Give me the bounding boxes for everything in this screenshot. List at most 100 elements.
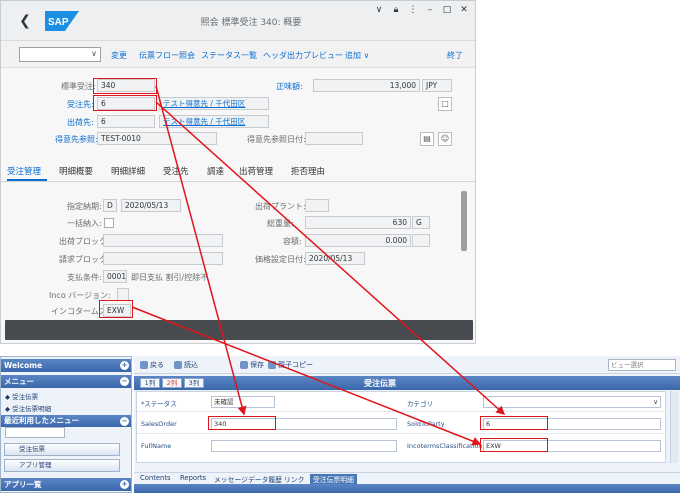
welcome-title: Welcome	[4, 361, 43, 370]
req-deliv-date-field[interactable]: 2020/05/13	[121, 199, 181, 212]
tab-reason-rejection[interactable]: 拒否理由	[291, 165, 325, 177]
recent-item-sales-order[interactable]: 受注伝票	[4, 443, 120, 456]
doc-flow-button[interactable]: 伝票フロー照会	[139, 50, 195, 61]
recent-item-app-admin[interactable]: アプリ管理	[4, 459, 120, 472]
collapse-icon[interactable]: −	[120, 377, 129, 386]
expand-icon[interactable]: +	[120, 480, 129, 489]
payment-terms-field[interactable]: 0001	[103, 270, 127, 283]
complete-deliv-checkbox[interactable]	[104, 218, 114, 228]
transaction-select[interactable]: ∨	[19, 47, 101, 62]
volume-label: 容積:	[283, 237, 302, 246]
ship-to-name[interactable]: テスト得意先 / 千代田区	[159, 115, 269, 128]
sap-window: ❮ SAP 照会 標準受注 340: 概要 ∨ 🔒︎ ⋮ – □ ✕ ∨ 変更 …	[0, 0, 476, 344]
apps-title: アプリ一覧	[4, 480, 42, 489]
two-column-button[interactable]: 2列	[162, 378, 182, 388]
maximize-icon[interactable]: □	[442, 5, 452, 15]
menu-title: メニュー	[4, 377, 34, 386]
menu-item-sales-order[interactable]: ◆ 受注伝票	[5, 391, 38, 401]
exit-button[interactable]: 終了	[447, 50, 463, 61]
ship-to-label: 出荷先:	[67, 118, 94, 127]
tab-sales-order-items[interactable]: 受注伝票明細	[310, 474, 357, 484]
currency-field: JPY	[422, 79, 452, 92]
one-column-button[interactable]: 1列	[140, 378, 160, 388]
three-column-button[interactable]: 3列	[184, 378, 204, 388]
app-toolbar: 戻る 読込 保存 親子コピー ビュー選択	[134, 356, 680, 374]
close-icon[interactable]: ✕	[459, 5, 469, 15]
status-overview-button[interactable]: ステータス一覧	[201, 50, 257, 61]
recent-header: 最近利用したメニュー −	[1, 415, 131, 427]
status-field[interactable]: 未確認	[211, 396, 275, 408]
customer-ref-date-label: 得意先参照日付:	[247, 135, 306, 144]
welcome-header: Welcome +	[1, 359, 131, 372]
print-preview-button[interactable]: ヘッダ出力プレビュー	[263, 50, 343, 61]
net-value-label: 正味額:	[276, 82, 303, 91]
incoterms-class-label: IncotermsClassification	[407, 442, 483, 450]
deliv-plant-label: 出荷プラント:	[255, 202, 306, 211]
active-tab-indicator	[7, 179, 47, 181]
document-icon[interactable]: □	[438, 97, 452, 111]
apps-header: アプリ一覧 +	[1, 478, 131, 491]
pricing-date-label: 価格設定日付:	[255, 255, 306, 264]
sap-toolbar: ∨ 変更 伝票フロー照会 ステータス一覧 ヘッダ出力プレビュー 追加 ∨ 終了	[1, 41, 475, 68]
highlight-sales-order-field	[208, 416, 276, 430]
highlight-incoterms	[99, 300, 133, 318]
tab-data-history[interactable]: データ履歴	[248, 474, 282, 484]
tab-item-detail[interactable]: 明細詳細	[111, 165, 145, 177]
deliv-plant-field[interactable]	[305, 199, 329, 212]
tab-item-overview[interactable]: 明細概要	[59, 165, 93, 177]
recent-title: 最近利用したメニュー	[4, 416, 79, 425]
menu-item-sales-order-item[interactable]: ◆ 受注伝票明細	[5, 403, 51, 413]
tab-links[interactable]: リンク	[284, 474, 304, 484]
tab-ordering-party[interactable]: 受注先	[163, 165, 189, 177]
back-button[interactable]: 戻る	[140, 359, 164, 371]
menu-item-label: 受注伝票明細	[12, 405, 52, 413]
customer-ref-date-field[interactable]	[305, 132, 363, 145]
expand-icon[interactable]: +	[120, 361, 129, 370]
tab-contents[interactable]: Contents	[140, 474, 171, 482]
form-title: 受注伝票	[364, 379, 396, 388]
highlight-order-number	[93, 78, 157, 94]
bottom-strip	[134, 484, 680, 493]
save-button[interactable]: 保存	[240, 359, 264, 371]
lock-icon[interactable]: 🔒︎	[391, 5, 401, 15]
more-menu-button[interactable]: 追加 ∨	[345, 50, 369, 61]
tab-messages[interactable]: メッセージ	[214, 474, 248, 484]
full-name-label: FullName	[141, 442, 172, 450]
total-weight-label: 総重量:	[267, 219, 294, 228]
header-area: 標準受注: 340 正味額: 13,000 JPY 受注先: 6 テスト得意先 …	[1, 68, 475, 158]
category-select[interactable]: ∨	[483, 396, 661, 408]
pricing-date-field: 2020/05/13	[305, 252, 365, 265]
customer-ref-field[interactable]: TEST-0010	[97, 132, 217, 145]
minimize-icon[interactable]: –	[425, 5, 435, 15]
req-deliv-type-field[interactable]: D	[103, 199, 117, 212]
window-controls: ∨ 🔒︎ ⋮ – □ ✕	[374, 5, 469, 15]
deliv-block-field[interactable]	[103, 234, 223, 247]
recent-search-input[interactable]	[5, 427, 65, 438]
more-icon[interactable]: ⋮	[408, 5, 418, 15]
vertical-scrollbar[interactable]	[461, 191, 467, 251]
attachment-icon[interactable]: ▤	[420, 132, 434, 146]
back-icon[interactable]: ❮	[17, 13, 33, 29]
chevron-down-icon: ∨	[91, 49, 97, 58]
complete-deliv-label: 一括納入:	[67, 219, 102, 228]
tab-shipping[interactable]: 出荷管理	[239, 165, 273, 177]
tab-sales[interactable]: 受注管理	[7, 165, 41, 177]
view-select[interactable]: ビュー選択	[608, 359, 676, 371]
collapse-icon[interactable]: −	[120, 417, 129, 426]
ship-to-field[interactable]: 6	[97, 115, 155, 128]
total-weight-unit: G	[412, 216, 430, 229]
tab-procurement[interactable]: 調達	[207, 165, 224, 177]
full-name-field[interactable]	[211, 440, 397, 452]
net-value-field: 13,000	[313, 79, 420, 92]
person-icon[interactable]: ☺	[438, 132, 452, 146]
tab-reports[interactable]: Reports	[180, 474, 206, 482]
billing-block-field[interactable]	[103, 252, 223, 265]
parent-child-copy-button[interactable]: 親子コピー	[268, 359, 313, 371]
change-button[interactable]: 変更	[111, 50, 127, 61]
sold-to-name[interactable]: テスト得意先 / 千代田区	[159, 97, 269, 110]
highlight-sold-to-party-field	[480, 416, 548, 430]
form-scrollbar[interactable]	[670, 391, 678, 463]
reload-button[interactable]: 読込	[174, 359, 198, 371]
menu-icon[interactable]: ∨	[374, 5, 384, 15]
status-label: *ステータス	[141, 400, 177, 408]
